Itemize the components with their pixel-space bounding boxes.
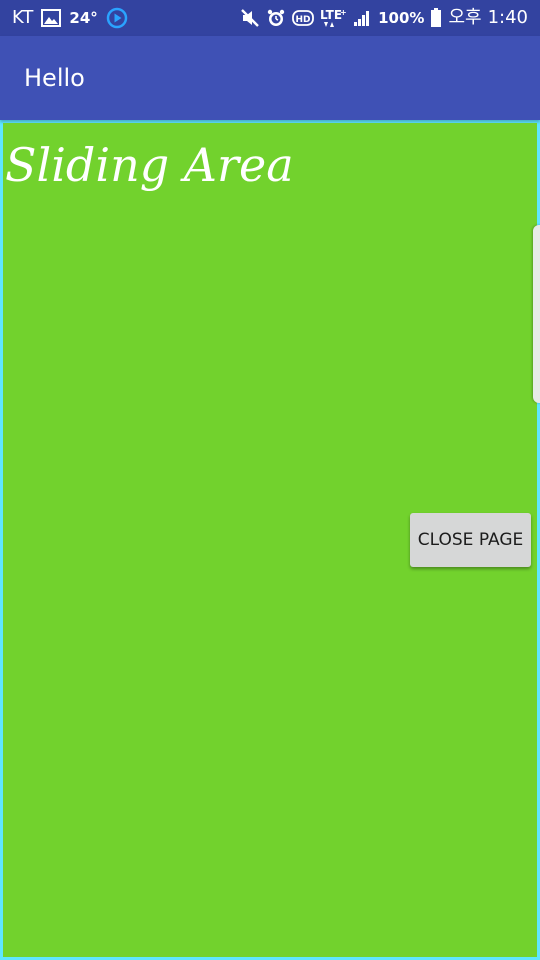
temperature-label: 24° xyxy=(69,9,98,27)
svg-text:+: + xyxy=(340,8,346,17)
app-bar: Hello xyxy=(0,36,540,120)
carrier-label: KT xyxy=(12,7,34,28)
app-title: Hello xyxy=(24,64,85,92)
lte-label: LTE xyxy=(320,8,342,22)
play-circle-icon xyxy=(106,7,128,29)
close-page-button[interactable]: CLOSE PAGE xyxy=(410,513,531,567)
svg-text:HD: HD xyxy=(296,15,311,25)
edge-panel-handle[interactable] xyxy=(533,225,540,403)
battery-icon xyxy=(430,8,442,28)
battery-percent: 100% xyxy=(378,9,425,27)
lte-icon: LTE + xyxy=(320,7,346,29)
signal-icon xyxy=(352,9,372,27)
status-right: HD LTE + 100% 오후 1:40 xyxy=(240,0,528,36)
hd-icon: HD xyxy=(292,9,315,27)
clock: 1:40 xyxy=(487,7,528,28)
status-bar: KT 24° HD LTE + 100% 오후 1:40 xyxy=(0,0,540,36)
sliding-area[interactable]: Sliding Area CLOSE PAGE xyxy=(3,123,537,957)
sliding-area-title: Sliding Area xyxy=(5,138,294,192)
mute-icon xyxy=(240,8,260,28)
image-icon xyxy=(41,9,62,27)
time-period: 오후 xyxy=(448,7,482,28)
alarm-icon xyxy=(266,8,286,28)
status-left: KT 24° xyxy=(12,0,128,36)
